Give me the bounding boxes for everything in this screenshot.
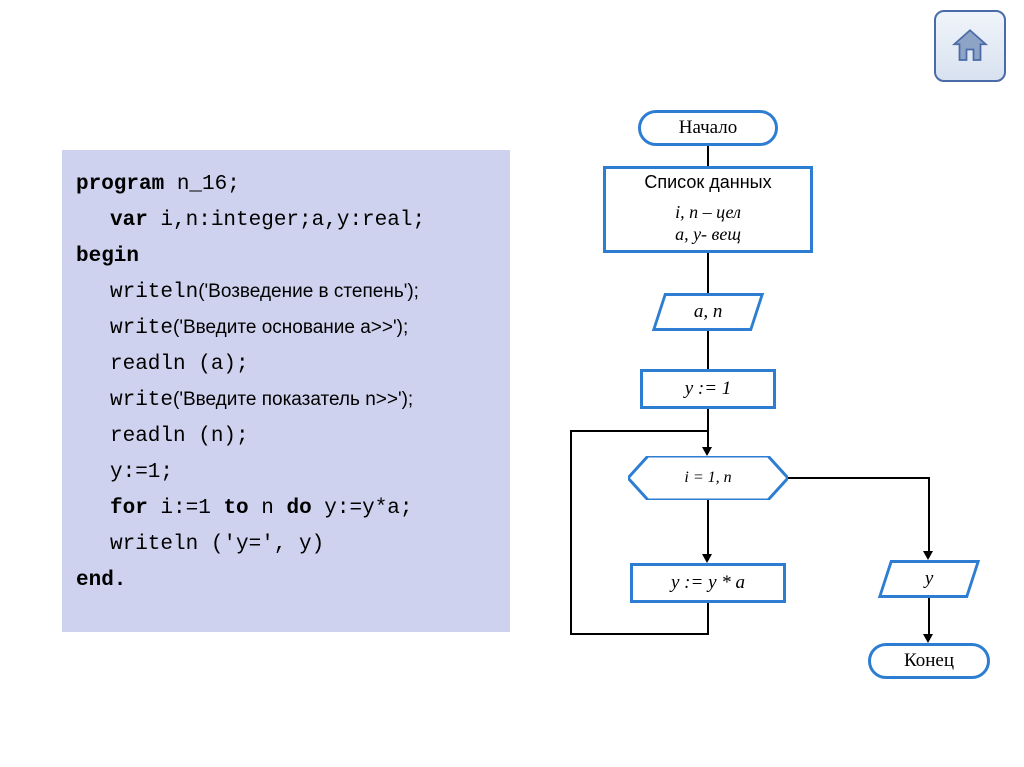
keyword-for: for [110, 497, 148, 520]
code-line: writeln ('y=', y) [76, 526, 496, 562]
home-icon [949, 25, 991, 67]
flowchart-datalist-header: Список данных [603, 166, 813, 200]
code-line: writeln('Возведение в степень'); [76, 274, 496, 310]
code-line: var i,n:integer;a,y:real; [76, 202, 496, 238]
flowchart-start: Начало [638, 110, 778, 146]
keyword-begin: begin [76, 245, 139, 268]
arrow-icon [702, 554, 712, 563]
code-line: for i:=1 to n do y:=y*a; [76, 490, 496, 526]
keyword-var: var [110, 209, 148, 232]
keyword-to: to [223, 497, 248, 520]
flowchart: Начало Список данных i, n – цел a, y- ве… [560, 110, 1000, 750]
flowchart-datalist-body: i, n – цел a, y- вещ [603, 197, 813, 253]
flowchart-loop: i = 1, n [628, 456, 788, 500]
flowchart-input: a, n [652, 293, 764, 331]
connector [570, 430, 572, 635]
code-line: write('Введите основание a>>'); [76, 310, 496, 346]
connector [707, 500, 709, 560]
flowchart-body: y := y * a [630, 563, 786, 603]
home-button[interactable] [934, 10, 1006, 82]
code-panel: program n_16; var i,n:integer;a,y:real; … [62, 150, 510, 632]
connector [707, 331, 709, 369]
connector [707, 146, 709, 166]
connector [928, 477, 930, 557]
flowchart-init: y := 1 [640, 369, 776, 409]
connector [788, 477, 930, 479]
connector [570, 430, 707, 432]
code-line: program n_16; [76, 166, 496, 202]
code-line: readln (n); [76, 418, 496, 454]
connector [707, 253, 709, 293]
keyword-end: end. [76, 569, 126, 592]
keyword-do: do [286, 497, 311, 520]
arrow-icon [923, 634, 933, 643]
arrow-icon [923, 551, 933, 560]
flowchart-output: y [878, 560, 980, 598]
keyword-program: program [76, 173, 164, 196]
code-line: write('Введите показатель n>>'); [76, 382, 496, 418]
connector [570, 633, 709, 635]
code-line: end. [76, 562, 496, 598]
flowchart-end: Конец [868, 643, 990, 679]
code-line: readln (a); [76, 346, 496, 382]
connector [707, 603, 709, 633]
arrow-icon [702, 447, 712, 456]
code-line: y:=1; [76, 454, 496, 490]
code-line: begin [76, 238, 496, 274]
